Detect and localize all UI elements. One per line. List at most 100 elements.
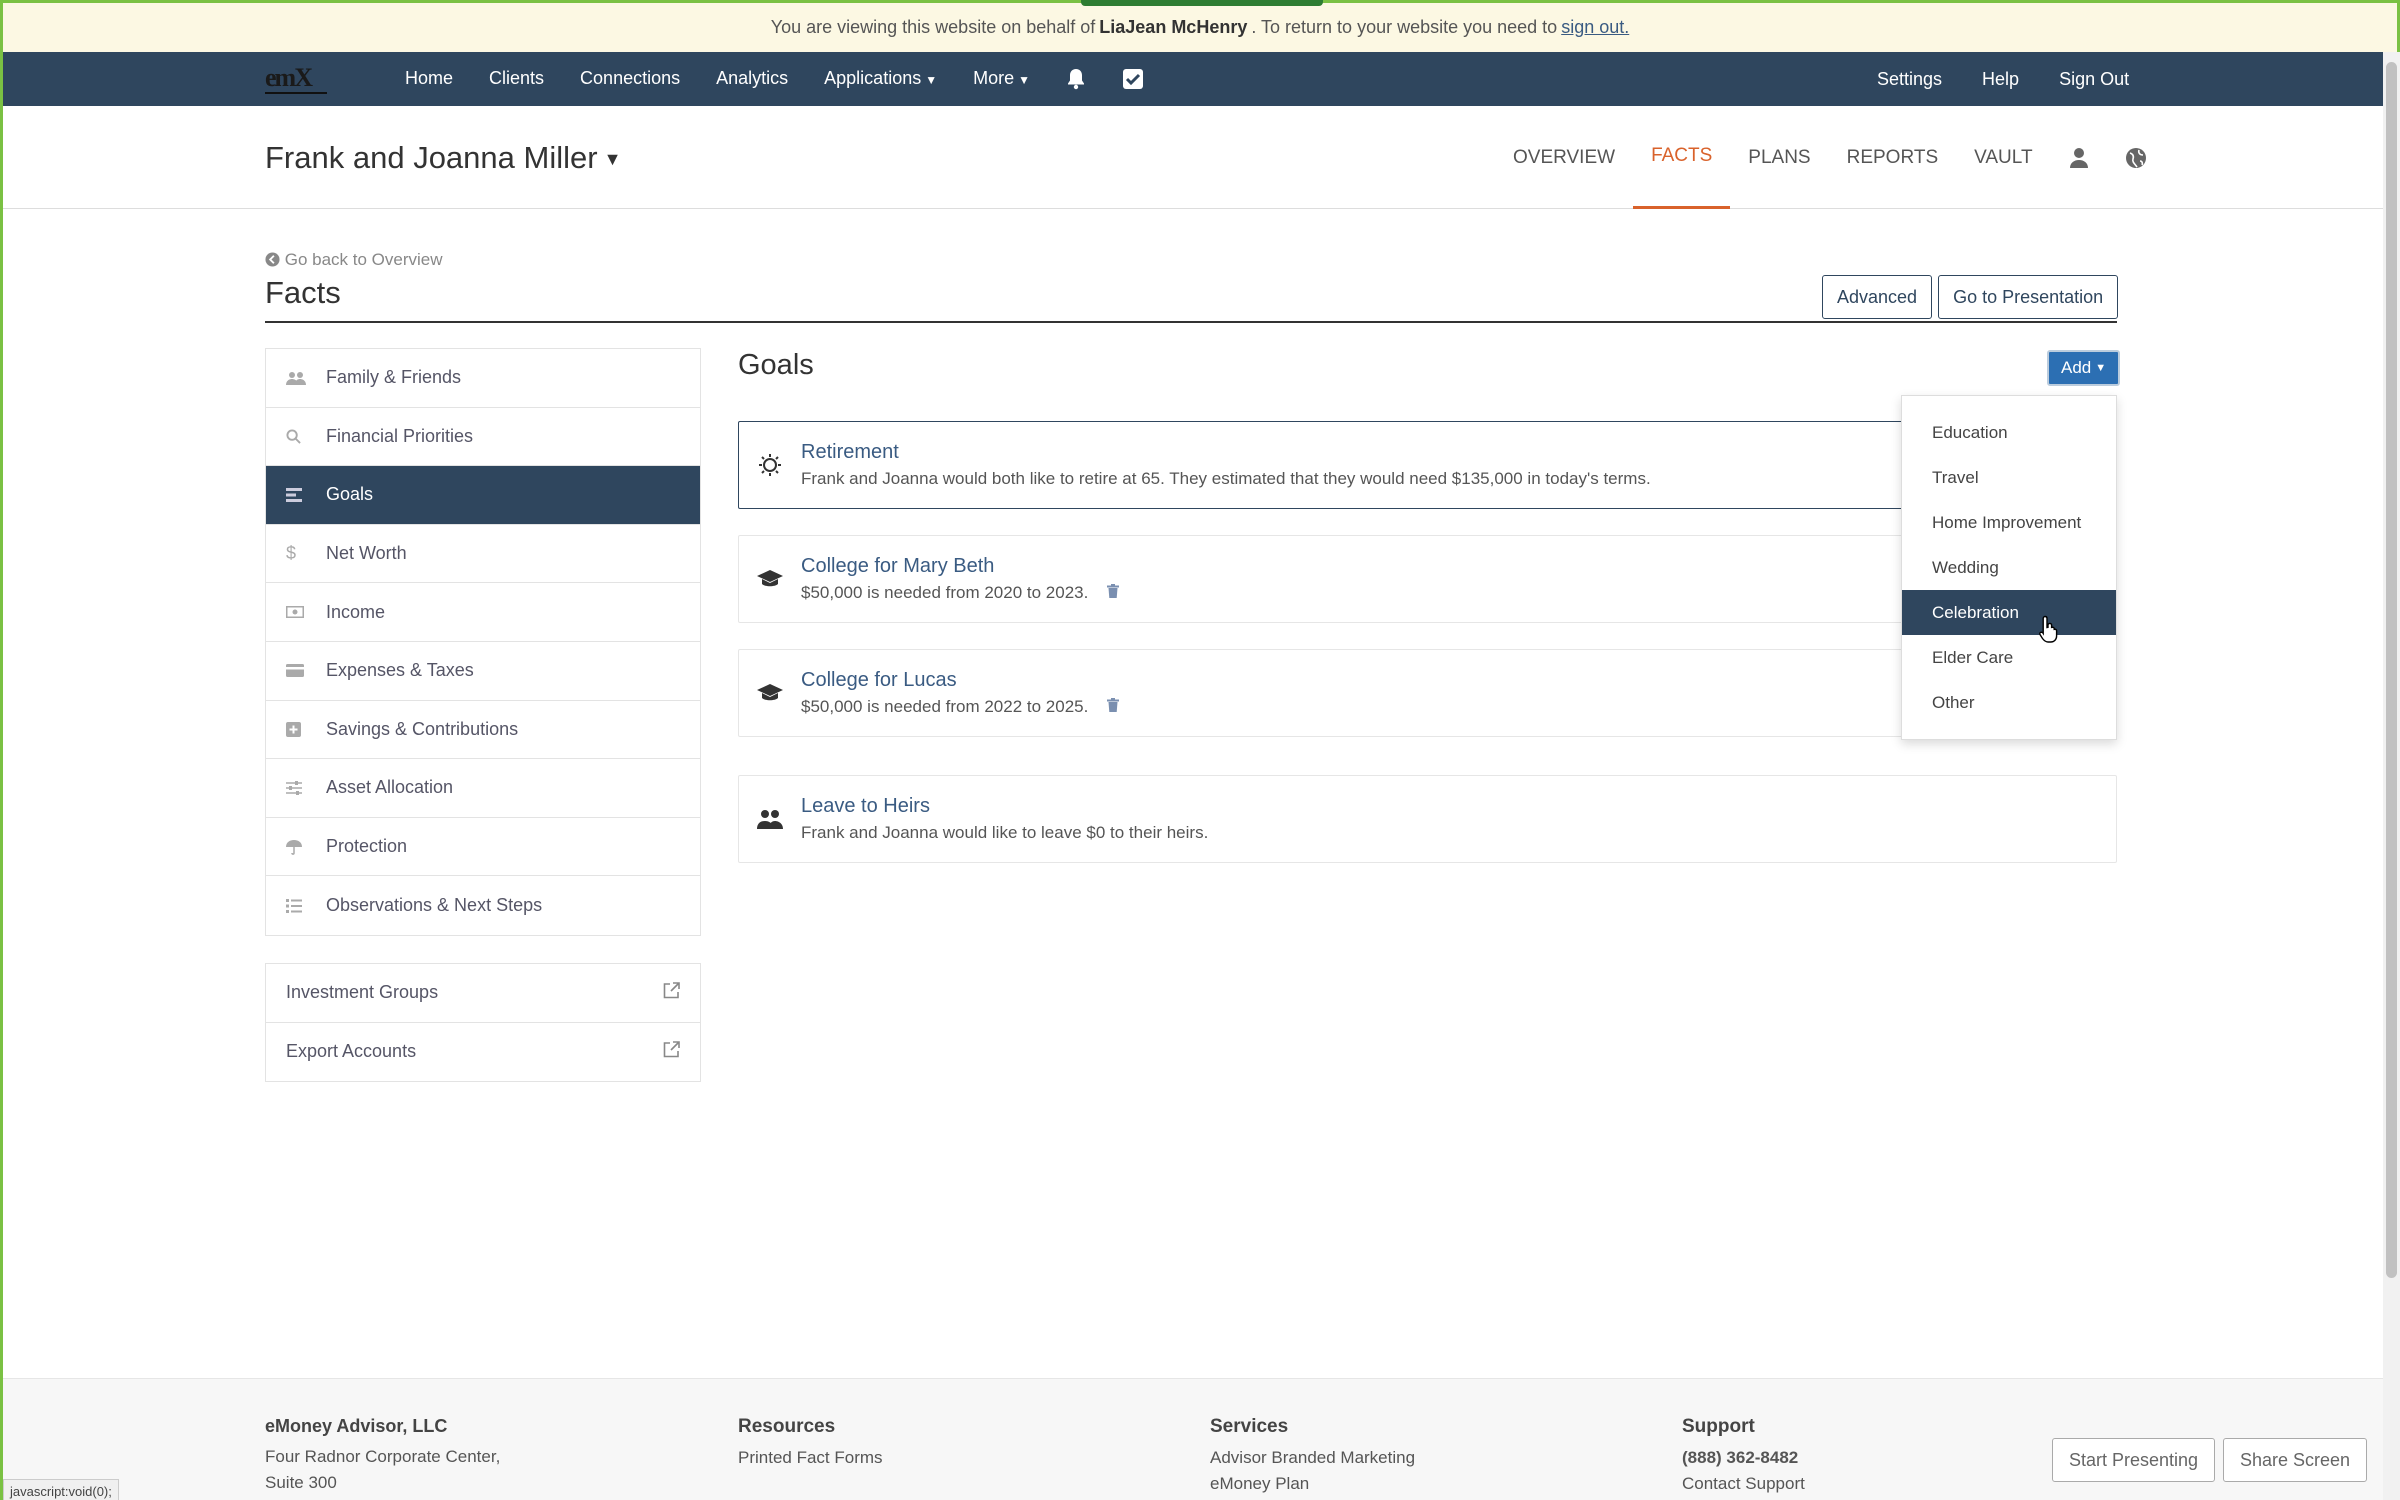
sidebar-item-label: Income — [326, 601, 386, 622]
add-button-label: Add — [2061, 358, 2092, 377]
footer-company: eMoney Advisor, LLC Four Radnor Corporat… — [265, 1416, 500, 1499]
checkbox-icon[interactable] — [1104, 68, 1162, 90]
users-icon — [739, 809, 801, 829]
sidebar-item-label: Investment Groups — [286, 982, 439, 1003]
scrollbar-thumb[interactable] — [2386, 62, 2397, 1278]
sidebar-item-net-worth[interactable]: $ Net Worth — [266, 525, 700, 584]
external-link-icon — [663, 981, 680, 1004]
sidebar-item-income[interactable]: Income — [266, 583, 700, 642]
nav-clients[interactable]: Clients — [471, 68, 562, 90]
share-screen-button[interactable]: Share Screen — [2223, 1438, 2368, 1482]
goal-title[interactable]: College for Mary Beth — [801, 555, 1119, 578]
list-ul-icon — [286, 898, 326, 913]
back-to-overview-link[interactable]: Go back to Overview — [265, 250, 443, 272]
tab-overview[interactable]: OVERVIEW — [1495, 106, 1633, 209]
tab-plans[interactable]: PLANS — [1730, 106, 1828, 209]
footer-resources: Resources Printed Fact Forms — [738, 1416, 883, 1474]
credit-card-icon — [286, 664, 326, 678]
dropdown-item-travel[interactable]: Travel — [1902, 455, 2116, 500]
sidebar-item-goals[interactable]: Goals — [266, 466, 700, 525]
caret-down-icon: ▼ — [925, 73, 938, 87]
nav-more[interactable]: More ▼ — [955, 68, 1048, 90]
client-tabs: OVERVIEW FACTS PLANS REPORTS VAULT — [1495, 106, 2165, 209]
graduation-cap-icon — [739, 683, 801, 703]
sun-icon — [739, 454, 801, 476]
tab-facts[interactable]: FACTS — [1633, 106, 1731, 209]
add-goal-button[interactable]: Add ▼ — [2047, 350, 2121, 386]
sidebar-item-label: Expenses & Taxes — [326, 660, 474, 681]
page-title: Facts — [265, 275, 341, 310]
footer-link-printed-fact-forms[interactable]: Printed Fact Forms — [738, 1448, 883, 1468]
goal-description: Frank and Joanna would like to leave $0 … — [801, 823, 1209, 842]
bell-icon[interactable] — [1048, 68, 1104, 90]
dropdown-item-education[interactable]: Education — [1902, 410, 2116, 455]
footer-services: Services Advisor Branded Marketing eMone… — [1210, 1416, 1415, 1500]
caret-down-icon: ▼ — [1018, 73, 1031, 87]
caret-down-icon: ▼ — [2095, 362, 2107, 374]
start-presenting-button[interactable]: Start Presenting — [2052, 1438, 2216, 1482]
sidebar-item-savings-contributions[interactable]: Savings & Contributions — [266, 701, 700, 760]
nav-help[interactable]: Help — [1962, 69, 2039, 90]
globe-icon[interactable] — [2107, 147, 2165, 169]
plus-square-icon — [286, 721, 326, 737]
nav-more-label: More — [973, 68, 1015, 88]
add-goal-dropdown: Education Travel Home Improvement Weddin… — [1901, 395, 2117, 740]
dropdown-item-home-improvement[interactable]: Home Improvement — [1902, 500, 2116, 545]
sidebar-item-protection[interactable]: Protection — [266, 818, 700, 877]
sidebar-item-label: Asset Allocation — [326, 777, 454, 798]
banner-user: LiaJean McHenry — [1099, 17, 1248, 37]
trash-icon[interactable] — [1107, 697, 1120, 717]
umbrella-icon — [286, 839, 326, 855]
goal-title[interactable]: Retirement — [801, 441, 1651, 464]
sidebar-item-label: Family & Friends — [326, 367, 462, 388]
client-header: Frank and Joanna Miller ▼ OVERVIEW FACTS … — [3, 106, 2397, 209]
goal-card-leave-to-heirs[interactable]: Leave to Heirs Frank and Joanna would li… — [738, 775, 2117, 863]
footer-link-advisor-branded-marketing[interactable]: Advisor Branded Marketing — [1210, 1448, 1415, 1468]
dropdown-item-elder-care[interactable]: Elder Care — [1902, 635, 2116, 680]
sidebar-item-expenses-taxes[interactable]: Expenses & Taxes — [266, 642, 700, 701]
sidebar-item-label: Observations & Next Steps — [326, 895, 543, 916]
dollar-icon: $ — [286, 543, 297, 564]
emx-logo[interactable]: emX — [265, 64, 327, 94]
user-icon[interactable] — [2051, 147, 2107, 169]
footer-link-emoney-plan[interactable]: eMoney Plan — [1210, 1474, 1415, 1494]
circle-arrow-left-icon — [265, 252, 280, 272]
sign-out-link[interactable]: sign out. — [1561, 17, 1629, 38]
go-to-presentation-button[interactable]: Go to Presentation — [1938, 275, 2119, 319]
sidebar-item-export-accounts[interactable]: Export Accounts — [266, 1023, 700, 1082]
facts-sidebar: Family & Friends Financial Priorities Go… — [265, 348, 701, 936]
dropdown-item-wedding[interactable]: Wedding — [1902, 545, 2116, 590]
nav-applications[interactable]: Applications ▼ — [806, 68, 955, 90]
dropdown-item-other[interactable]: Other — [1902, 680, 2116, 725]
impersonation-banner: You are viewing this website on behalf o… — [3, 0, 2397, 52]
hand-cursor-icon — [2039, 615, 2059, 648]
sidebar-item-label: Savings & Contributions — [326, 718, 519, 739]
tab-vault[interactable]: VAULT — [1956, 106, 2050, 209]
advanced-button[interactable]: Advanced — [1822, 275, 1933, 319]
dropdown-item-celebration[interactable]: Celebration — [1902, 590, 2116, 635]
tab-reports[interactable]: REPORTS — [1829, 106, 1957, 209]
sidebar-item-investment-groups[interactable]: Investment Groups — [266, 964, 700, 1023]
footer-support-title: Support — [1682, 1416, 1755, 1437]
trash-icon[interactable] — [1107, 583, 1120, 603]
search-icon — [286, 429, 326, 444]
caret-down-icon: ▼ — [603, 149, 622, 170]
nav-analytics[interactable]: Analytics — [698, 68, 806, 90]
goal-title[interactable]: College for Lucas — [801, 669, 1119, 692]
sidebar-item-family-friends[interactable]: Family & Friends — [266, 349, 700, 408]
sidebar-item-observations-next-steps[interactable]: Observations & Next Steps — [266, 876, 700, 935]
page-scrollbar[interactable] — [2383, 52, 2400, 1500]
sidebar-item-asset-allocation[interactable]: Asset Allocation — [266, 759, 700, 818]
nav-connections[interactable]: Connections — [562, 68, 698, 90]
sidebar-item-financial-priorities[interactable]: Financial Priorities — [266, 408, 700, 467]
nav-home[interactable]: Home — [387, 68, 471, 90]
client-selector[interactable]: Frank and Joanna Miller ▼ — [265, 140, 621, 176]
goal-title[interactable]: Leave to Heirs — [801, 795, 1208, 818]
sidebar-item-label: Financial Priorities — [326, 425, 474, 446]
sidebar-item-label: Protection — [326, 836, 408, 857]
nav-sign-out[interactable]: Sign Out — [2039, 69, 2149, 90]
footer: eMoney Advisor, LLC Four Radnor Corporat… — [3, 1378, 2383, 1500]
banner-tab-indicator — [1081, 0, 1323, 6]
nav-settings[interactable]: Settings — [1857, 69, 1962, 90]
footer-link-contact-support[interactable]: Contact Support — [1682, 1474, 1805, 1494]
